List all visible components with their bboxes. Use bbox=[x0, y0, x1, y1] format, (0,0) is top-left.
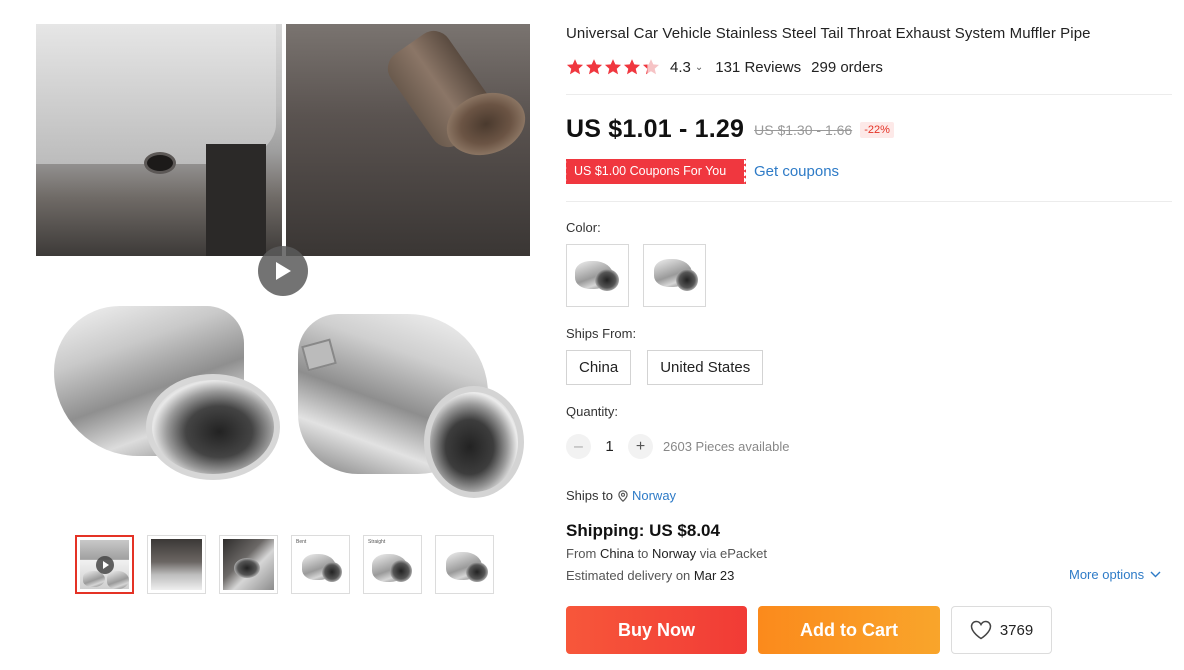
play-icon bbox=[96, 556, 114, 574]
get-coupons-link[interactable]: Get coupons bbox=[754, 163, 839, 180]
plus-icon: + bbox=[635, 437, 646, 455]
quantity-label: Quantity: bbox=[566, 404, 619, 419]
wishlist-count: 3769 bbox=[999, 621, 1034, 639]
thumbnail-tip bbox=[234, 558, 260, 578]
chevron-down-icon[interactable]: ⌄ bbox=[695, 62, 703, 73]
more-options-label: More options bbox=[1069, 567, 1145, 582]
add-to-cart-button[interactable]: Add to Cart bbox=[758, 606, 940, 654]
play-video-button[interactable] bbox=[258, 246, 308, 296]
ships-to-row: Ships to Norway bbox=[566, 488, 676, 503]
thumbnail-tag: Bent bbox=[296, 539, 307, 545]
current-price: US $1.01 - 1.29 bbox=[566, 115, 745, 143]
buy-now-button[interactable]: Buy Now bbox=[566, 606, 747, 654]
color-swatches bbox=[566, 244, 706, 307]
ships-from-china[interactable]: China bbox=[566, 350, 632, 385]
original-price: US $1.30 - 1.66 bbox=[754, 121, 853, 138]
swatch-tip-opening bbox=[676, 269, 698, 291]
star-icon bbox=[605, 59, 621, 75]
coupon-row: US $1.00 Coupons For You Get coupons bbox=[564, 159, 839, 184]
star-rating bbox=[566, 58, 660, 76]
photo-car-rear bbox=[36, 24, 282, 256]
main-product-image[interactable] bbox=[36, 24, 530, 504]
more-shipping-options-link[interactable]: More options bbox=[1069, 567, 1161, 582]
thumbnail-tag: Straight bbox=[368, 539, 386, 545]
chevron-down-icon bbox=[1150, 571, 1161, 578]
orders-count: 299 orders bbox=[811, 58, 883, 76]
divider bbox=[566, 201, 1172, 202]
heart-icon bbox=[970, 620, 992, 640]
location-pin-icon bbox=[618, 489, 628, 502]
ships-from-united-states[interactable]: United States bbox=[647, 350, 764, 385]
product-title: Universal Car Vehicle Stainless Steel Ta… bbox=[566, 25, 1091, 42]
swatch-tip-opening bbox=[595, 269, 619, 291]
shipping-method: via ePacket bbox=[699, 546, 767, 561]
photo-installed-exhaust bbox=[36, 24, 530, 256]
thumbnail-5[interactable]: Straight bbox=[363, 535, 422, 594]
shipping-origin: China bbox=[599, 546, 634, 561]
ships-to-country[interactable]: Norway bbox=[632, 488, 676, 503]
ships-from-label: Ships From: bbox=[566, 326, 637, 341]
thumbnail-6[interactable] bbox=[435, 535, 494, 594]
delivery-prefix: Estimated delivery on bbox=[566, 568, 691, 583]
car-bumper bbox=[36, 24, 276, 164]
thumbnail-tip-opening bbox=[466, 562, 488, 582]
rating-value[interactable]: 4.3 bbox=[670, 59, 691, 76]
exhaust-hole bbox=[144, 152, 176, 174]
divider bbox=[566, 94, 1172, 95]
thumbnail-strip: Bent Straight bbox=[75, 535, 494, 594]
increase-quantity-button[interactable]: + bbox=[628, 434, 653, 459]
star-icon bbox=[624, 59, 640, 75]
estimated-delivery: Estimated delivery on Mar 23 bbox=[566, 568, 734, 583]
thumbnail-4[interactable]: Bent bbox=[291, 535, 350, 594]
thumbnail-1[interactable] bbox=[75, 535, 134, 594]
play-icon bbox=[276, 262, 291, 280]
photo-rusty-pipe bbox=[286, 24, 530, 256]
ships-from-options: China United States bbox=[566, 350, 764, 385]
thumbnail-2[interactable] bbox=[147, 535, 206, 594]
car-tire bbox=[206, 144, 266, 256]
thumbnail-3[interactable] bbox=[219, 535, 278, 594]
reviews-link[interactable]: 131 Reviews bbox=[715, 59, 801, 76]
shipping-route: From China to Norway via ePacket bbox=[566, 546, 767, 561]
coupon-tag: US $1.00 Coupons For You bbox=[564, 159, 748, 184]
thumbnail-tip-opening bbox=[390, 560, 412, 582]
star-icon bbox=[643, 59, 659, 75]
color-label: Color: bbox=[566, 220, 601, 235]
decrease-quantity-button[interactable]: – bbox=[566, 434, 591, 459]
rating-summary: 4.3 ⌄ 131 Reviews 299 orders bbox=[566, 58, 883, 76]
pieces-available: 2603 Pieces available bbox=[663, 439, 790, 454]
thumbnail-tip-opening bbox=[322, 562, 342, 582]
quantity-value[interactable]: 1 bbox=[591, 438, 628, 455]
color-swatch-bent[interactable] bbox=[566, 244, 629, 307]
delivery-date: Mar 23 bbox=[693, 568, 735, 583]
ships-to-label: Ships to bbox=[566, 488, 613, 503]
minus-icon: – bbox=[574, 437, 583, 455]
star-icon bbox=[567, 59, 583, 75]
discount-badge: -22% bbox=[860, 121, 894, 138]
thumbnail-tip bbox=[107, 571, 129, 589]
star-icon bbox=[586, 59, 602, 75]
price-row: US $1.01 - 1.29 US $1.30 - 1.66 -22% bbox=[566, 115, 894, 144]
shipping-cost: Shipping: US $8.04 bbox=[566, 521, 720, 540]
exhaust-tip-left-opening bbox=[146, 374, 280, 480]
exhaust-tip-right-opening bbox=[424, 386, 524, 498]
shipping-to-prefix: to bbox=[637, 546, 649, 561]
shipping-from-prefix: From bbox=[566, 546, 597, 561]
shipping-destination: Norway bbox=[652, 546, 697, 561]
quantity-stepper: – 1 + 2603 Pieces available bbox=[566, 434, 789, 459]
purchase-actions: Buy Now Add to Cart 3769 bbox=[566, 606, 1052, 654]
thumbnail-image bbox=[151, 539, 202, 590]
color-swatch-straight[interactable] bbox=[643, 244, 706, 307]
wishlist-button[interactable]: 3769 bbox=[951, 606, 1052, 654]
